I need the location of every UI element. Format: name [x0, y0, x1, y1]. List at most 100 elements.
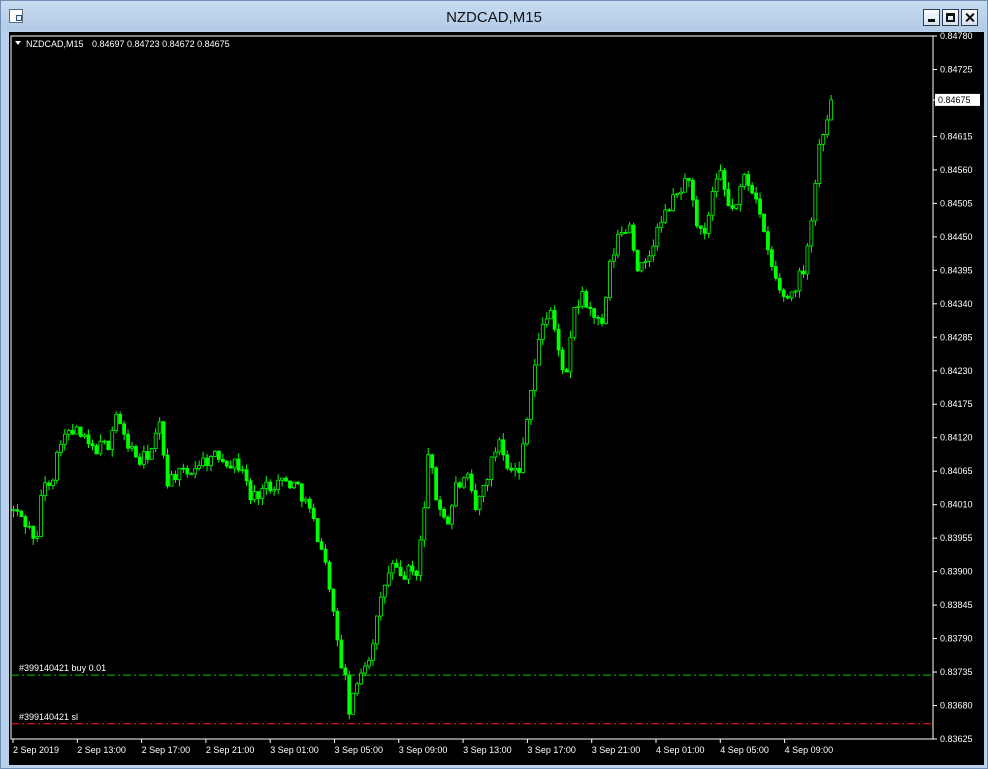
- candle-body: [106, 440, 111, 450]
- candle-body: [386, 572, 391, 586]
- candle-body: [382, 584, 387, 598]
- candle-body: [193, 467, 198, 475]
- candle-body: [442, 508, 446, 518]
- x-tick-label: 3 Sep 05:00: [335, 745, 384, 755]
- order-label: #399140421 buy 0.01: [19, 663, 106, 673]
- candle-body: [734, 204, 739, 209]
- candle-body: [702, 228, 707, 234]
- candle-body: [31, 525, 36, 539]
- candle-body: [141, 451, 146, 465]
- candle-body: [564, 369, 569, 373]
- candle-body: [718, 170, 723, 180]
- current-price-label: 0.84675: [938, 95, 971, 105]
- candle-body: [754, 192, 758, 200]
- candle-body: [70, 430, 75, 435]
- candle-body: [576, 305, 581, 308]
- candle-body: [374, 615, 379, 645]
- candle-body: [635, 249, 640, 272]
- candle-body: [110, 430, 115, 450]
- candle-body: [777, 277, 782, 291]
- candle-body: [540, 323, 545, 340]
- candle-body: [552, 310, 557, 330]
- y-tick-label: 0.84120: [940, 433, 973, 443]
- chart-menu-arrow-icon[interactable]: [15, 41, 21, 45]
- candle-body: [240, 469, 245, 472]
- candle-body: [280, 477, 285, 481]
- y-tick-label: 0.83845: [940, 600, 973, 610]
- candle-body: [497, 439, 502, 453]
- candle-body: [390, 562, 395, 574]
- chart-symbol-label: NZDCAD,M15: [26, 39, 84, 49]
- candle-body: [671, 194, 676, 212]
- candle-body: [536, 339, 541, 366]
- candle-body: [43, 482, 47, 496]
- y-tick-label: 0.84395: [940, 265, 973, 275]
- candle-body: [525, 419, 529, 445]
- candle-body: [600, 317, 604, 324]
- candle-body: [663, 209, 668, 223]
- candle-body: [596, 316, 600, 319]
- candle-body: [623, 232, 628, 234]
- x-tick-label: 2 Sep 13:00: [77, 745, 126, 755]
- candle-body: [604, 297, 608, 324]
- candle-body: [35, 536, 40, 539]
- candle-body: [47, 482, 51, 486]
- close-button[interactable]: [961, 9, 978, 26]
- y-tick-label: 0.83900: [940, 567, 973, 577]
- candle-body: [513, 468, 518, 471]
- candle-body: [264, 481, 269, 490]
- candle-body: [244, 469, 249, 482]
- candle-body: [363, 665, 367, 674]
- candle-body: [639, 262, 644, 272]
- candle-body: [627, 224, 632, 234]
- y-tick-label: 0.83790: [940, 634, 973, 644]
- candle-body: [19, 510, 24, 517]
- x-tick-label: 3 Sep 01:00: [270, 745, 319, 755]
- candle-body: [706, 214, 711, 234]
- candle-body: [134, 445, 138, 458]
- candle-body: [592, 308, 597, 318]
- candle-body: [331, 588, 336, 612]
- candle-body: [228, 465, 233, 469]
- plot-border: [10, 35, 934, 740]
- candle-body: [825, 119, 830, 135]
- candle-body: [758, 198, 762, 215]
- minimize-button[interactable]: [923, 9, 940, 26]
- y-tick-label: 0.83680: [940, 701, 973, 711]
- candle-body: [698, 225, 703, 229]
- candle-body: [86, 434, 91, 445]
- candle-body: [588, 306, 593, 309]
- candle-body: [631, 224, 636, 251]
- x-tick-label: 4 Sep 01:00: [656, 745, 705, 755]
- candle-body: [560, 349, 565, 371]
- candlestick-chart[interactable]: #399140421 buy 0.01 #399140421 sl 0.84780…: [9, 32, 984, 765]
- candle-body: [805, 245, 810, 275]
- candle-body: [773, 266, 778, 279]
- x-tick-label: 3 Sep 21:00: [592, 745, 641, 755]
- candle-body: [821, 134, 826, 145]
- maximize-button[interactable]: [942, 9, 959, 26]
- candle-body: [394, 562, 399, 568]
- candle-body: [457, 482, 462, 488]
- candle-body: [434, 467, 439, 501]
- candle-body: [165, 454, 170, 487]
- candle-body: [11, 509, 16, 512]
- candle-body: [473, 490, 478, 510]
- candle-body: [608, 260, 612, 299]
- candle-body: [533, 364, 537, 391]
- y-tick-label: 0.83625: [940, 734, 973, 744]
- x-tick-label: 3 Sep 13:00: [463, 745, 512, 755]
- candle-body: [90, 443, 95, 447]
- candle-body: [118, 413, 123, 425]
- candle-body: [679, 191, 683, 195]
- candle-body: [450, 505, 454, 525]
- title-bar[interactable]: NZDCAD,M15: [1, 1, 987, 31]
- candle-body: [181, 467, 186, 470]
- candle-body: [422, 507, 427, 541]
- candle-body: [236, 458, 241, 471]
- chart-area[interactable]: #399140421 buy 0.01 #399140421 sl 0.84780…: [9, 32, 984, 765]
- y-tick-label: 0.84175: [940, 399, 973, 409]
- candle-body: [74, 426, 79, 435]
- candle-body: [169, 474, 174, 487]
- candle-body: [307, 498, 312, 509]
